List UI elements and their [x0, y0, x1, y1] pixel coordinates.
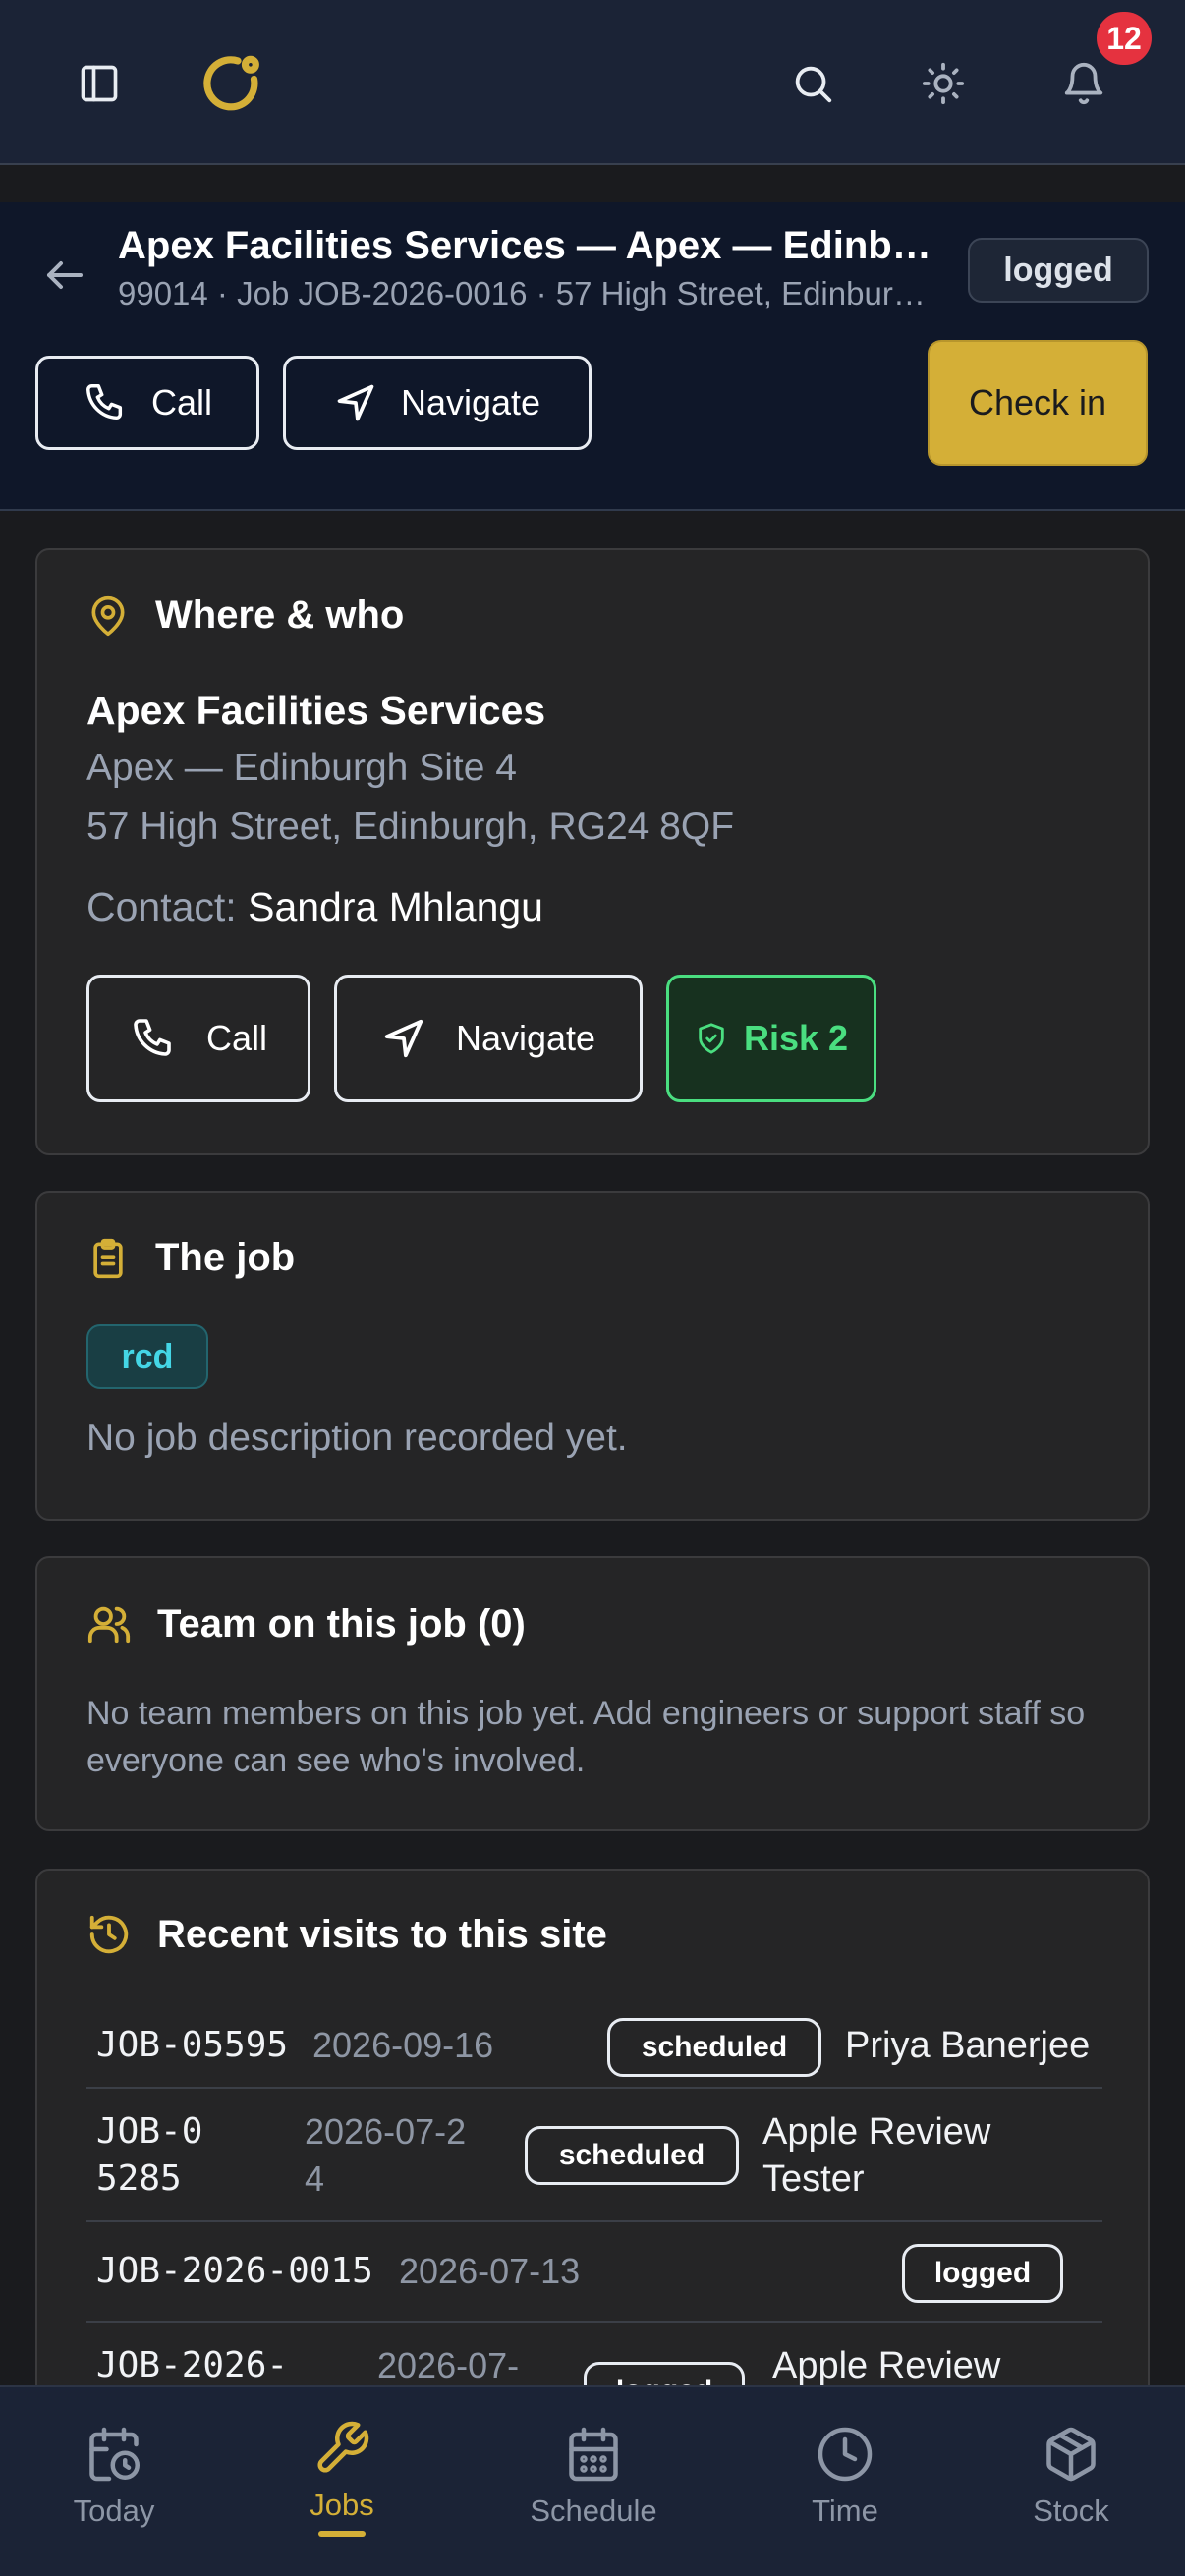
visit-date: 2026-09-16	[312, 2025, 494, 2065]
phone-icon	[86, 384, 123, 420]
risk-badge[interactable]: Risk 2	[666, 975, 876, 1102]
job-status-badge: logged	[968, 238, 1149, 303]
nav-jobs[interactable]: Jobs	[254, 2419, 430, 2537]
team-empty-text: No team members on this job yet. Add eng…	[86, 1695, 1086, 1779]
site-address: 57 High Street, Edinburgh, RG24 8QF	[86, 806, 735, 848]
header-navigate-label: Navigate	[400, 382, 541, 422]
contact-label: Contact:	[86, 884, 237, 929]
job-tag: rcd	[86, 1324, 208, 1389]
shield-check-icon	[699, 1023, 724, 1054]
visit-status-badge: scheduled	[607, 2018, 821, 2077]
bottom-navigation: Today Jobs Schedule Time Stock	[0, 2385, 1185, 2576]
clipboard-icon	[93, 1238, 123, 1278]
nav-today-label: Today	[73, 2493, 155, 2528]
box-icon	[1046, 2427, 1096, 2482]
visit-row[interactable]: JOB-2026-0015 2026-07-13 logged	[86, 2222, 1102, 2323]
app-bar: 12	[0, 0, 1185, 165]
search-icon	[795, 66, 832, 103]
map-pin-icon	[91, 595, 125, 636]
the-job-card: The job rcd No job description recorded …	[35, 1191, 1150, 1521]
visit-date: 2026-07-24	[305, 2111, 467, 2199]
nav-schedule-label: Schedule	[530, 2493, 657, 2528]
where-who-title: Where & who	[155, 593, 405, 637]
nav-time-label: Time	[812, 2493, 878, 2528]
history-icon	[89, 1915, 129, 1954]
contact-name: Sandra Mhlangu	[248, 884, 543, 929]
risk-label: Risk 2	[743, 1018, 849, 1058]
nav-stock[interactable]: Stock	[983, 2425, 1159, 2529]
wrench-icon	[317, 2421, 369, 2473]
nav-today[interactable]: Today	[26, 2425, 202, 2529]
visit-date: 2026-07-13	[399, 2251, 581, 2291]
navigation-arrow-icon	[384, 1019, 423, 1058]
header-navigate-button[interactable]: Navigate	[283, 356, 592, 450]
app-logo[interactable]	[193, 49, 271, 118]
visit-engineer: Apple Review Tester	[762, 2111, 991, 2200]
site-name: Apex — Edinburgh Site 4	[86, 747, 517, 789]
visit-engineer: Apple Review	[772, 2345, 1001, 2386]
arrow-left-icon	[47, 261, 83, 289]
job-title: Apex Facilities Services — Apex — Edinbu…	[118, 224, 943, 267]
job-subtitle: 99014 · Job JOB-2026-0016 · 57 High Stre…	[118, 275, 943, 311]
calendar-clock-icon	[89, 2427, 140, 2482]
back-button[interactable]	[35, 246, 94, 305]
active-tab-indicator	[318, 2531, 366, 2537]
clock-icon	[818, 2427, 873, 2482]
sidebar-toggle-button[interactable]	[65, 49, 134, 118]
visit-status-badge: logged	[902, 2244, 1063, 2303]
visit-engineer: Priya Banerjee	[845, 2025, 1091, 2066]
logo-icon	[203, 55, 259, 111]
sun-icon	[922, 62, 965, 105]
visit-date: 2026-07-	[377, 2345, 520, 2385]
customer-name: Apex Facilities Services	[86, 688, 546, 733]
job-description: No job description recorded yet.	[86, 1417, 628, 1459]
visit-row[interactable]: JOB-05595 2026-09-16 scheduled Priya Ban…	[86, 2004, 1102, 2089]
sidebar-toggle-icon	[81, 65, 118, 102]
visit-job-number: JOB-2026-	[96, 2345, 289, 2385]
site-call-button[interactable]: Call	[86, 975, 310, 1102]
header-call-label: Call	[150, 382, 212, 422]
contact-line: Contact: Sandra Mhlangu	[86, 884, 543, 930]
nav-stock-label: Stock	[1033, 2493, 1109, 2528]
site-navigate-button[interactable]: Navigate	[334, 975, 643, 1102]
site-call-label: Call	[205, 1018, 267, 1058]
the-job-title: The job	[155, 1236, 296, 1279]
navigation-arrow-icon	[337, 384, 374, 421]
where-who-card: Where & who Apex Facilities Services Ape…	[35, 548, 1150, 1155]
bell-icon	[1064, 63, 1103, 105]
phone-icon	[134, 1019, 171, 1056]
visit-job-number: JOB-05285	[96, 2111, 203, 2199]
header-call-button[interactable]: Call	[35, 356, 259, 450]
calendar-icon	[569, 2427, 618, 2482]
users-icon	[87, 1606, 131, 1644]
visit-row[interactable]: JOB-05285 2026-07-24 scheduled Apple Rev…	[86, 2089, 1102, 2222]
nav-schedule[interactable]: Schedule	[505, 2425, 682, 2529]
nav-jobs-label: Jobs	[310, 2488, 374, 2522]
recent-visits-title: Recent visits to this site	[157, 1912, 607, 1956]
search-button[interactable]	[778, 49, 847, 118]
check-in-button[interactable]: Check in	[928, 340, 1148, 466]
theme-toggle-button[interactable]	[909, 49, 978, 118]
site-navigate-label: Navigate	[455, 1018, 596, 1058]
visit-status-badge: scheduled	[525, 2126, 739, 2185]
team-title: Team on this job (0)	[157, 1601, 526, 1646]
notification-count-badge: 12	[1097, 12, 1152, 65]
team-card: Team on this job (0) No team members on …	[35, 1556, 1150, 1831]
visit-job-number: JOB-05595	[96, 2025, 289, 2065]
nav-time[interactable]: Time	[757, 2425, 933, 2529]
visit-job-number: JOB-2026-0015	[96, 2251, 373, 2291]
